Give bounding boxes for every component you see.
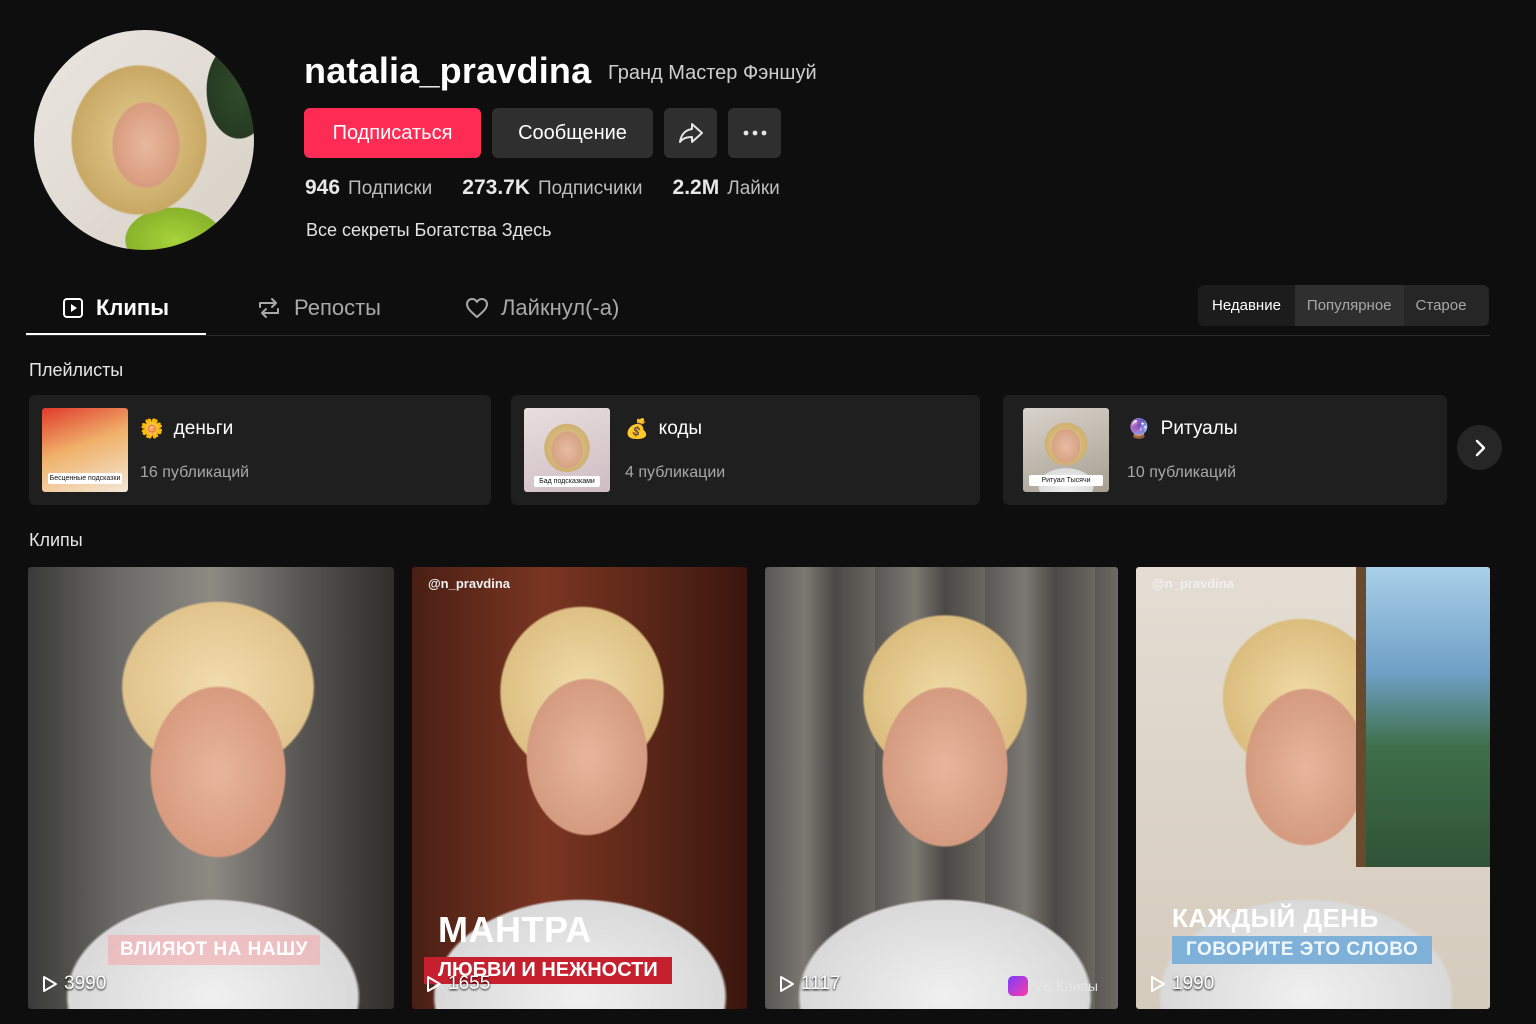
clip-card-3[interactable]: 1117 VK Клипы [765,567,1118,1009]
playlist-card-money[interactable]: Бесценные подсказки 🌼 деньги 16 публикац… [29,395,491,505]
clip-card-2[interactable]: @n_pravdina МАНТРА ЛЮБВИ И НЕЖНОСТИ 1655 [412,567,747,1009]
tab-liked-label: Лайкнул(-а) [500,295,620,320]
tab-reposts[interactable]: Репосты [220,283,417,333]
heart-icon [465,298,488,318]
playlists-title: Плейлисты [29,360,124,380]
sort-popular[interactable]: Популярное [1294,285,1404,326]
play-icon [427,976,441,992]
play-square-icon [63,298,83,318]
sort-recent[interactable]: Недавние [1198,285,1295,326]
sort-oldest[interactable]: Старое [1404,285,1479,326]
stat-following[interactable]: 946 Подписки [305,176,432,200]
profile-subtitle: Гранд Мастер Фэншуй [608,62,817,84]
crystal-ball-icon: 🔮 [1127,419,1151,440]
tab-reposts-label: Репосты [294,295,381,320]
chevron-right-icon [1475,439,1485,456]
profile-username: natalia_pravdina [304,50,592,91]
clip-play-count: 1990 [1150,973,1214,995]
profile-bio: Все секреты Богатства Здесь [306,220,552,240]
tab-clips[interactable]: Клипы [26,283,206,336]
vk-clips-icon [1007,976,1028,996]
clip-play-count: 3990 [42,973,106,995]
play-icon [43,976,57,992]
profile-stats: 946 Подписки 273.7K Подписчики 2.2M Лайки [305,176,780,200]
clip-thumbnail [765,567,1118,1009]
share-icon [678,123,703,143]
playlist-thumbnail-caption: Ритуал Тысячи [1029,475,1103,486]
playlist-card-rituals[interactable]: Ритуал Тысячи 🔮 Ритуалы 10 публикаций [1003,395,1447,505]
stat-likes: 2.2M Лайки [672,176,780,199]
clip-handle: @n_pravdina [428,576,511,591]
clip-overlay-text: ГОВОРИТЕ ЭТО СЛОВО [1172,936,1433,964]
playlist-name-text: коды [658,418,703,439]
clip-card-4[interactable]: @n_pravdina КАЖДЫЙ ДЕНЬ ГОВОРИТЕ ЭТО СЛО… [1136,567,1490,1009]
playlist-name: 🌼 деньги [140,417,233,441]
more-icon [743,130,766,136]
playlist-thumbnail-caption: Бесценные подсказки [48,473,122,484]
playlist-count: 4 публикации [625,464,726,481]
clip-handle: @n_pravdina [1152,576,1235,591]
clip-play-count: 1655 [426,973,490,995]
profile-avatar [34,30,254,250]
clips-title: Клипы [29,530,83,550]
vk-clips-badge: VK Клипы [1007,976,1098,996]
stat-followers[interactable]: 273.7K Подписчики [462,176,642,200]
tab-clips-label: Клипы [96,295,170,320]
money-bag-icon: 💰 [625,419,649,440]
playlist-thumbnail: Ритуал Тысячи [1023,408,1109,492]
follow-button[interactable]: Подписаться [304,108,481,158]
painting-decoration [1356,567,1490,867]
clip-overlay-title: МАНТРА [438,909,592,950]
play-icon [1151,976,1165,992]
playlist-card-codes[interactable]: Бад подсказками 💰 коды 4 публикации [511,395,980,505]
playlist-name: 💰 коды [625,417,702,441]
tabs-divider [26,335,1490,336]
playlist-thumbnail: Бад подсказками [524,408,610,492]
share-button[interactable] [664,108,717,158]
playlist-thumbnail-caption: Бад подсказками [534,476,600,487]
playlists-next-button[interactable] [1457,425,1502,470]
tab-liked[interactable]: Лайкнул(-а) [429,283,655,333]
message-button[interactable]: Сообщение [492,108,653,158]
content-tabs: Клипы Репосты Лайкнул(-а) [26,283,655,336]
playlist-count: 10 публикаций [1127,464,1237,481]
playlist-thumbnail: Бесценные подсказки [42,408,128,492]
more-options-button[interactable] [728,108,781,158]
clip-overlay-text: ВЛИЯЮТ НА НАШУ [108,935,320,965]
repost-icon [259,298,279,318]
clip-card-1[interactable]: ВЛИЯЮТ НА НАШУ 3990 [28,567,394,1009]
flower-icon: 🌼 [140,419,164,440]
playlist-name-text: Ритуалы [1160,418,1238,439]
clip-play-count: 1117 [779,973,840,995]
play-icon [780,976,794,992]
playlist-count: 16 публикаций [140,464,250,481]
clip-overlay-title: КАЖДЫЙ ДЕНЬ [1172,903,1379,933]
playlist-name: 🔮 Ритуалы [1127,417,1237,441]
sort-segmented-control: Недавние Популярное Старое [1198,285,1489,326]
playlist-name-text: деньги [173,418,234,439]
